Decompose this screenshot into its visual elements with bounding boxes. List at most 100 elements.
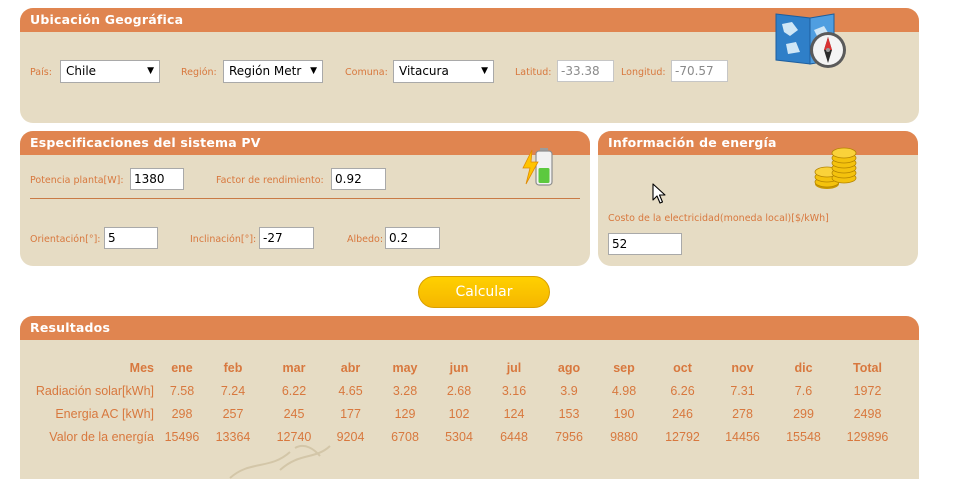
table-cell: 129896 xyxy=(846,429,889,444)
map-compass-icon xyxy=(775,13,846,68)
table-cell: 3.16 xyxy=(501,383,527,398)
column-header: feb xyxy=(223,360,243,375)
table-cell: 6448 xyxy=(500,429,528,444)
table-cell: 124 xyxy=(503,406,525,421)
battery-charging-icon xyxy=(522,148,553,186)
region-select-value: Región Metr xyxy=(229,64,302,78)
table-cell: 1972 xyxy=(853,383,882,398)
row-label: Energia AC [kWh] xyxy=(55,406,154,421)
table-cell: 278 xyxy=(732,406,753,421)
pais-select[interactable]: Chile ▼ xyxy=(60,60,160,83)
column-header: jul xyxy=(506,360,522,375)
column-header: sep xyxy=(613,360,635,375)
table-cell: 129 xyxy=(394,406,416,421)
table-cell: 9204 xyxy=(336,429,365,444)
table-cell: 2.68 xyxy=(446,383,472,398)
column-header-mes: Mes xyxy=(129,360,154,375)
column-header: mar xyxy=(282,360,306,375)
table-cell: 7.6 xyxy=(794,383,813,398)
column-header: oct xyxy=(673,360,692,375)
albedo-input[interactable] xyxy=(385,227,440,249)
inclinacion-label: Inclinación[°]: xyxy=(190,234,257,245)
orientacion-label: Orientación[°]: xyxy=(30,234,101,245)
table-cell: 12792 xyxy=(665,429,700,444)
mouse-cursor-icon xyxy=(652,183,666,204)
chevron-down-icon: ▼ xyxy=(481,66,488,76)
longitud-label: Longitud: xyxy=(621,67,666,78)
albedo-label: Albedo: xyxy=(347,234,384,245)
table-header-row: Mes ene feb mar abr may jun jul ago sep oct nov dic T… xyxy=(20,356,899,379)
table-cell: 3.9 xyxy=(560,383,578,398)
specs-divider xyxy=(30,198,580,199)
table-cell: 15496 xyxy=(164,429,200,444)
table-cell: 7.58 xyxy=(169,383,195,398)
pais-label: País: xyxy=(30,67,52,78)
table-cell: 15548 xyxy=(786,429,821,444)
table-cell: 102 xyxy=(448,406,470,421)
resultados-table: Mes ene feb mar abr may jun jul ago sep oct nov dic T… xyxy=(20,356,899,448)
column-header: ene xyxy=(171,360,193,375)
table-cell: 245 xyxy=(283,406,305,421)
column-header: dic xyxy=(794,360,813,375)
comuna-select[interactable]: Vitacura ▼ xyxy=(393,60,494,83)
column-header: ago xyxy=(557,360,581,375)
chevron-down-icon: ▼ xyxy=(147,66,154,76)
inclinacion-input[interactable] xyxy=(259,227,314,249)
resultados-title: Resultados xyxy=(20,316,919,340)
table-cell: 7956 xyxy=(555,429,583,444)
table-cell: 7.24 xyxy=(220,383,246,398)
table-row: Energia AC [kWh] 298 257 245 177 129 102 124 153… xyxy=(20,402,899,425)
longitud-input[interactable] xyxy=(671,60,728,82)
row-label: Radiación solar[kWh] xyxy=(35,383,154,398)
table-cell: 5304 xyxy=(445,429,473,444)
table-cell: 7.31 xyxy=(730,383,755,398)
table-cell: 14456 xyxy=(725,429,760,444)
calcular-button[interactable]: Calcular xyxy=(418,276,550,308)
costo-label: Costo de la electricidad(moneda local)[$… xyxy=(608,213,829,224)
table-cell: 298 xyxy=(171,406,193,421)
table-cell: 3.28 xyxy=(392,383,418,398)
table-cell: 6708 xyxy=(391,429,419,444)
pais-select-value: Chile xyxy=(66,64,97,78)
table-cell: 2498 xyxy=(853,406,882,421)
table-cell: 4.98 xyxy=(611,383,637,398)
latitud-label: Latitud: xyxy=(515,67,552,78)
table-cell: 299 xyxy=(793,406,814,421)
orientacion-input[interactable] xyxy=(104,227,158,249)
table-cell: 190 xyxy=(613,406,635,421)
table-cell: 12740 xyxy=(276,429,312,444)
table-cell: 257 xyxy=(222,406,244,421)
table-row: Radiación solar[kWh] 7.58 7.24 6.22 4.65 3.28… xyxy=(20,379,899,402)
table-cell: 177 xyxy=(340,406,361,421)
comuna-label: Comuna: xyxy=(345,67,388,78)
latitud-input[interactable] xyxy=(557,60,614,82)
table-cell: 6.22 xyxy=(281,383,307,398)
potencia-input[interactable] xyxy=(130,168,184,190)
column-header: abr xyxy=(340,360,361,375)
energia-panel: Información de energía Costo de la elect… xyxy=(598,131,918,266)
chevron-down-icon: ▼ xyxy=(310,66,317,76)
especificaciones-title: Especificaciones del sistema PV xyxy=(20,131,590,155)
table-cell: 4.65 xyxy=(338,383,363,398)
potencia-label: Potencia planta[W]: xyxy=(30,175,124,186)
especificaciones-panel: Especificaciones del sistema PV Potencia… xyxy=(20,131,590,266)
table-cell: 153 xyxy=(558,406,580,421)
table-cell: 13364 xyxy=(215,429,251,444)
costo-input[interactable] xyxy=(608,233,682,255)
comuna-select-value: Vitacura xyxy=(399,64,449,78)
table-cell: 246 xyxy=(672,406,693,421)
coins-icon xyxy=(814,147,857,189)
table-cell: 6.26 xyxy=(670,383,695,398)
column-header: jun xyxy=(449,360,469,375)
energia-title: Información de energía xyxy=(598,131,918,155)
table-cell: 9880 xyxy=(610,429,638,444)
region-select[interactable]: Región Metr ▼ xyxy=(223,60,323,83)
column-header: Total xyxy=(853,360,882,375)
factor-label: Factor de rendimiento: xyxy=(216,175,324,186)
column-header: nov xyxy=(731,360,754,375)
row-label: Valor de la energía xyxy=(49,429,154,444)
factor-input[interactable] xyxy=(331,168,386,190)
column-header: may xyxy=(392,360,418,375)
table-row: Valor de la energía 15496 13364 12740 9204 67… xyxy=(20,425,899,448)
region-label: Región: xyxy=(181,67,217,78)
